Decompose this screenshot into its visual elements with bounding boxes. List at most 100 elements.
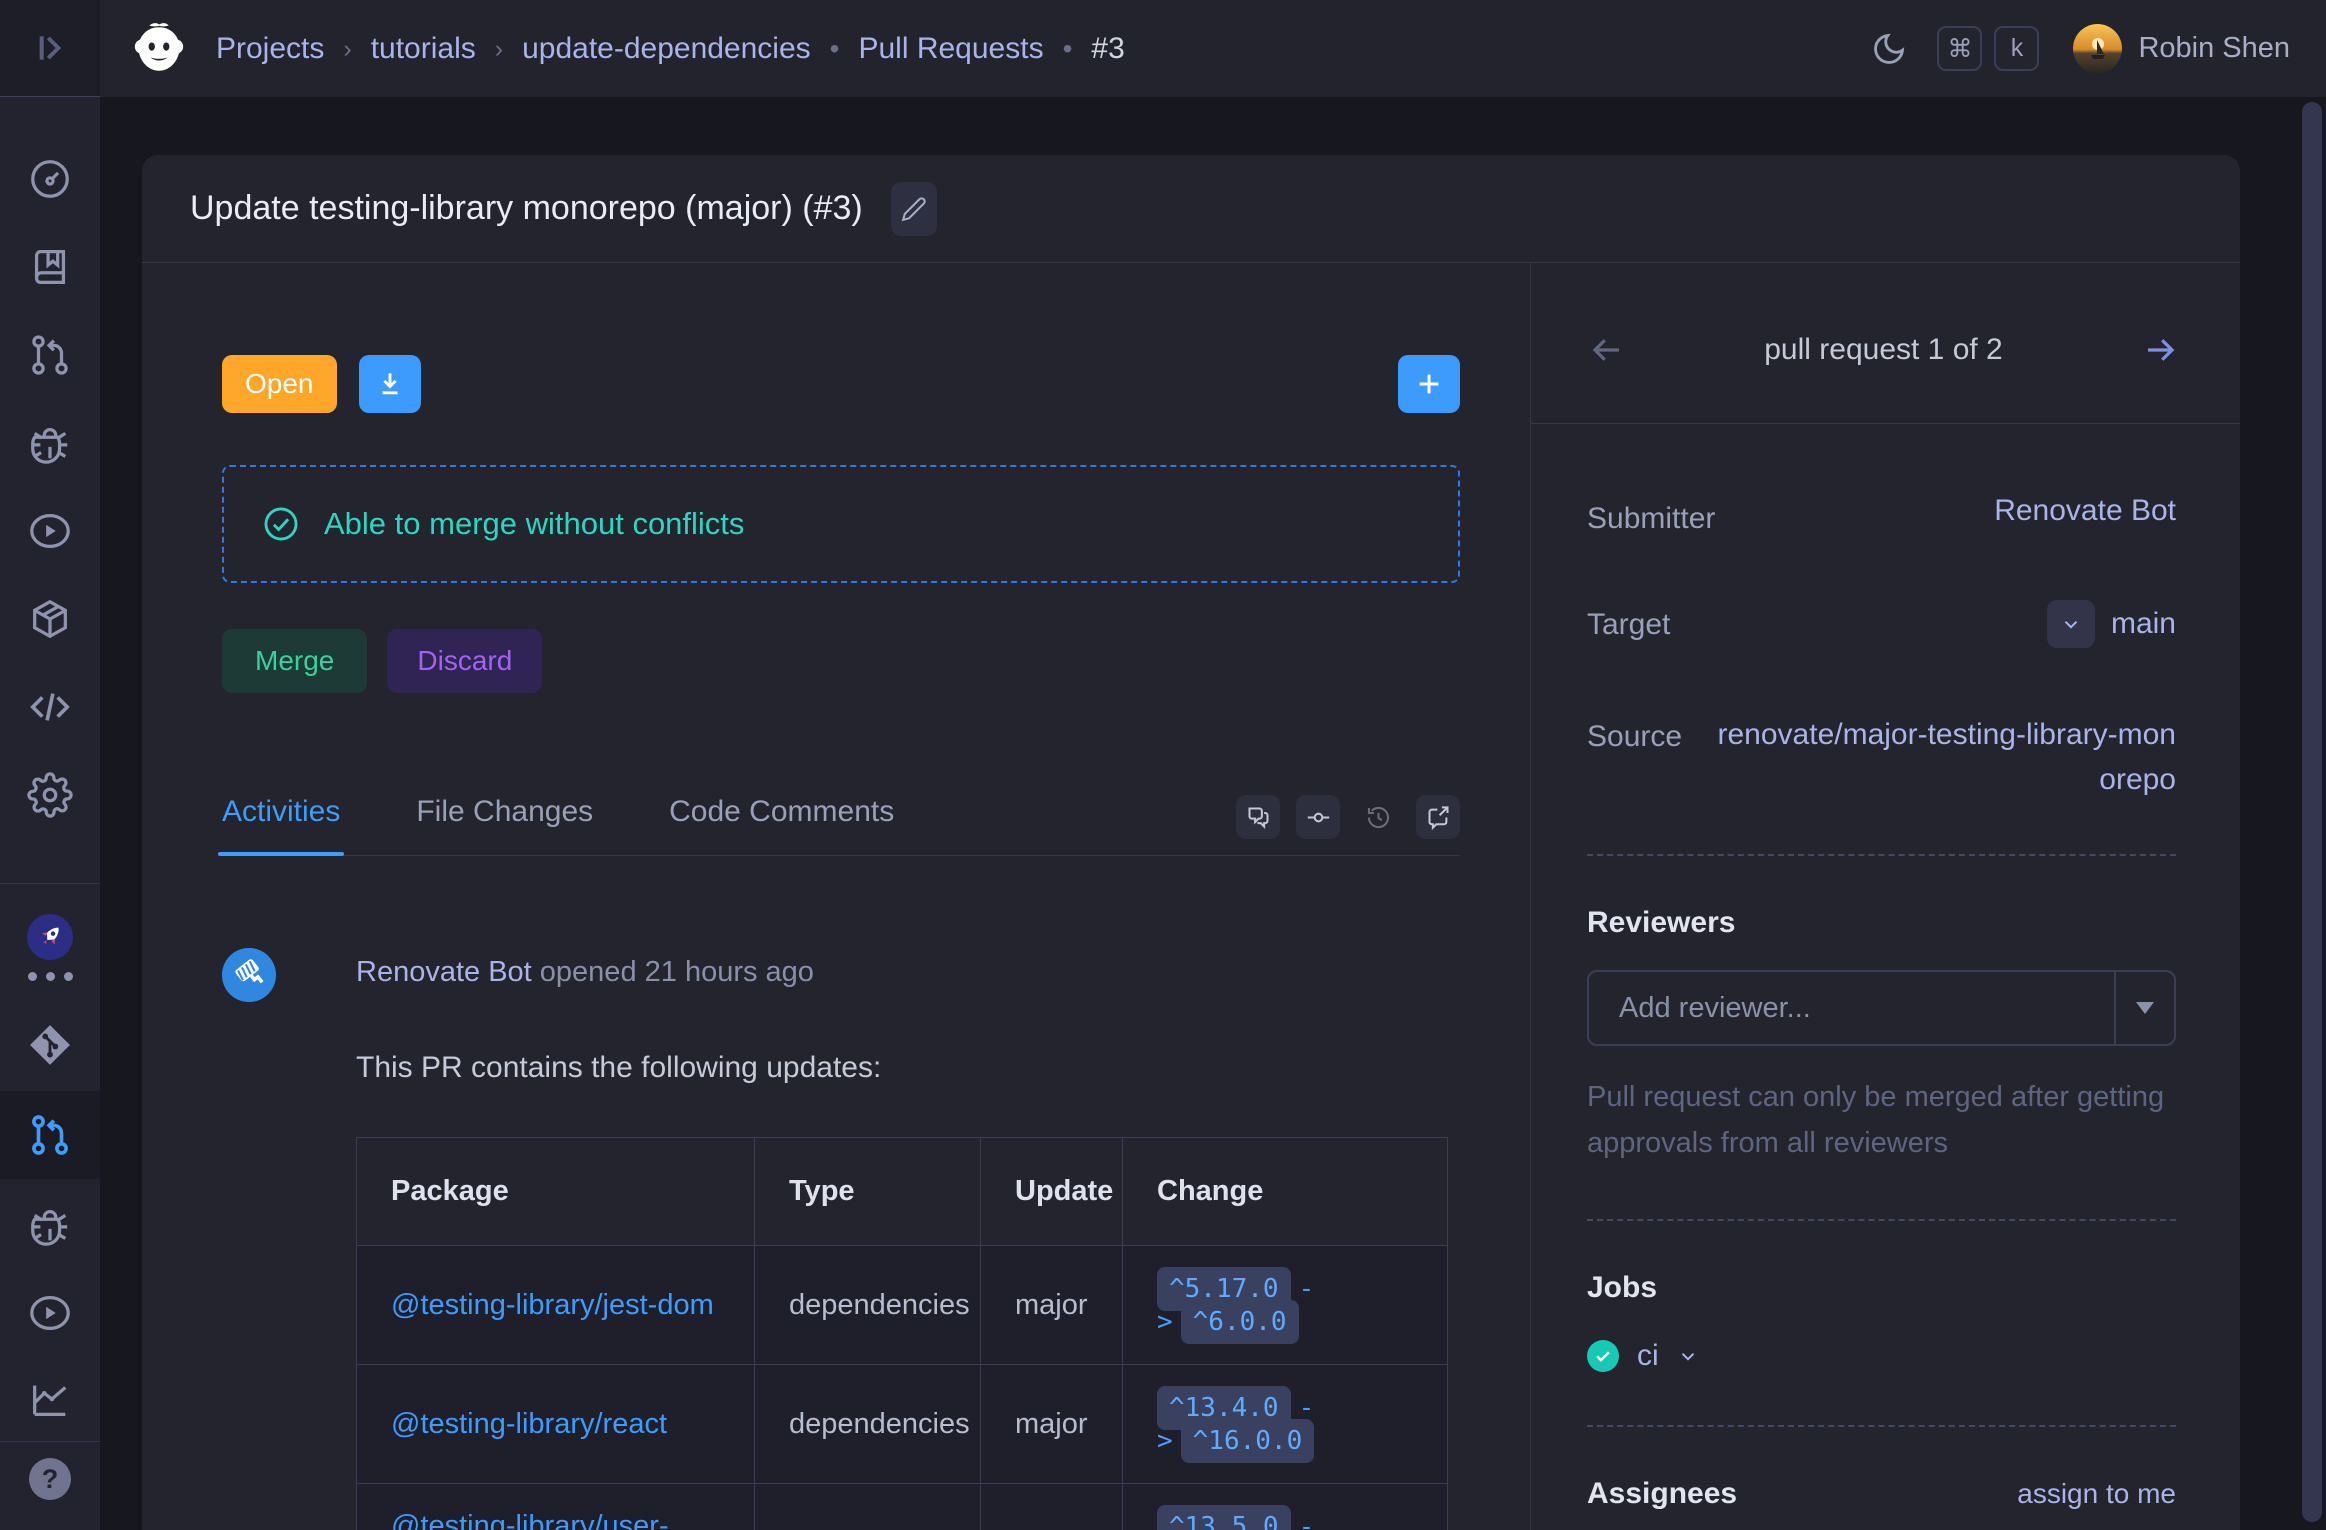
job-ci-row[interactable]: ci (1587, 1339, 2176, 1373)
gear-icon (27, 772, 73, 818)
pr-tabs: Activities File Changes Code Comments (222, 783, 1460, 856)
add-reviewer-placeholder: Add reviewer... (1589, 972, 2114, 1044)
add-comment-button[interactable] (1398, 355, 1460, 413)
version-to: ^16.0.0 (1181, 1419, 1315, 1463)
sidebar-divider (0, 883, 100, 884)
merge-actions-row: Merge Discard (222, 629, 1460, 693)
assign-to-me-link[interactable]: assign to me (2017, 1478, 2176, 1510)
source-branch-link[interactable]: renovate/major-testing-library-monorepo (1711, 712, 2176, 802)
dark-mode-toggle-icon[interactable] (1871, 31, 1907, 67)
merge-button[interactable]: Merge (222, 629, 367, 693)
breadcrumb-repo[interactable]: update-dependencies (522, 32, 811, 66)
play-circle-icon (27, 1290, 73, 1336)
tab-file-changes[interactable]: File Changes (416, 795, 593, 855)
left-sidebar: ? (0, 97, 100, 1530)
sidebar-item-git-repo[interactable] (26, 1021, 74, 1069)
sidebar-item-issues[interactable] (26, 419, 74, 467)
edit-title-button[interactable] (891, 182, 937, 236)
sidebar-expand-toggle[interactable] (0, 0, 100, 97)
sidebar-item-settings[interactable] (26, 771, 74, 819)
download-patch-button[interactable] (359, 355, 421, 413)
sidebar-item-dashboard[interactable] (26, 155, 74, 203)
discard-button[interactable]: Discard (387, 629, 542, 693)
package-icon (27, 596, 73, 642)
comment-author-link[interactable]: Renovate Bot (356, 956, 532, 988)
table-row: @testing-library/user-event dependencies… (357, 1484, 1448, 1530)
section-divider (1587, 854, 2176, 856)
git-pull-request-icon (27, 332, 73, 378)
target-label: Target (1587, 600, 1670, 642)
pr-pagination-text: pull request 1 of 2 (1764, 333, 2003, 367)
line-chart-icon (27, 1376, 73, 1422)
update-cell: major (981, 1365, 1123, 1484)
tab-code-comments[interactable]: Code Comments (669, 795, 894, 855)
shortcut-key-cmd: ⌘ (1937, 26, 1982, 71)
package-link[interactable]: @testing-library/user-event (391, 1510, 669, 1530)
source-label: Source (1587, 712, 1682, 754)
sidebar-item-code-search[interactable] (26, 683, 74, 731)
question-mark-icon: ? (42, 1464, 59, 1495)
breadcrumb-pull-requests[interactable]: Pull Requests (858, 32, 1043, 66)
sidebar-item-project-issues[interactable] (26, 1201, 74, 1249)
type-cell: dependencies (755, 1365, 981, 1484)
col-header-change: Change (1123, 1138, 1448, 1246)
package-link[interactable]: @testing-library/react (391, 1408, 667, 1440)
page-content: Update testing-library monorepo (major) … (100, 97, 2326, 1530)
help-button[interactable]: ? (29, 1458, 71, 1500)
tab-activities[interactable]: Activities (222, 795, 340, 855)
sidebar-item-packages[interactable] (26, 595, 74, 643)
history-clock-icon (1365, 804, 1392, 831)
package-link[interactable]: @testing-library/jest-dom (391, 1289, 714, 1321)
book-bookmark-icon (27, 244, 73, 290)
filter-comments-button[interactable] (1236, 795, 1280, 839)
change-cell: ^13.4.0->^16.0.0 (1123, 1365, 1448, 1484)
sidebar-item-pull-requests-active[interactable] (0, 1091, 100, 1179)
breadcrumb-project[interactable]: tutorials (371, 32, 476, 66)
pr-actions-row: Open (222, 355, 1460, 413)
history-button[interactable] (1356, 795, 1400, 839)
target-branch-link[interactable]: main (2111, 607, 2176, 641)
update-cell: major (981, 1484, 1123, 1530)
show-commits-button[interactable] (1296, 795, 1340, 839)
export-comments-button[interactable] (1416, 795, 1460, 839)
next-pr-button[interactable] (2142, 332, 2178, 368)
commit-icon (1305, 804, 1332, 831)
pr-body: Open Able to merge without conflicts Mer… (142, 263, 2240, 1530)
type-cell: dependencies (755, 1484, 981, 1530)
sidebar-item-code[interactable] (26, 243, 74, 291)
gauge-icon (27, 156, 73, 202)
version-to: ^6.0.0 (1181, 1300, 1299, 1344)
vertical-scrollbar[interactable] (2302, 102, 2322, 1522)
previous-pr-button[interactable] (1589, 332, 1625, 368)
project-switcher-dots-icon[interactable] (28, 972, 73, 981)
assignees-title: Assignees (1587, 1477, 1737, 1511)
breadcrumb-chevron-icon: › (495, 33, 503, 64)
sidebar-item-project-builds[interactable] (26, 1289, 74, 1337)
assignees-header: Assignees assign to me (1587, 1477, 2176, 1511)
breadcrumb-projects[interactable]: Projects (216, 32, 324, 66)
app-logo-icon[interactable] (130, 20, 188, 78)
submitter-value-link[interactable]: Renovate Bot (1994, 494, 2176, 528)
comments-icon (1245, 804, 1272, 831)
sidebar-expand-icon (30, 28, 70, 68)
renovate-bot-avatar (222, 948, 276, 1002)
job-name-link[interactable]: ci (1637, 1339, 1659, 1373)
sidebar-item-stats[interactable] (26, 1375, 74, 1423)
user-avatar[interactable] (2073, 24, 2122, 73)
target-branch-dropdown[interactable] (2047, 600, 2095, 648)
top-navbar: Projects › tutorials › update-dependenci… (0, 0, 2326, 97)
project-avatar[interactable] (27, 914, 73, 960)
arrow-left-icon (1589, 332, 1625, 368)
target-value-group: main (2047, 600, 2176, 648)
merge-status-text: Able to merge without conflicts (324, 506, 744, 542)
change-cell: ^13.5.0->^14.0.0 (1123, 1484, 1448, 1530)
user-name[interactable]: Robin Shen (2138, 32, 2290, 65)
jobs-title: Jobs (1587, 1271, 2176, 1305)
state-badge-open[interactable]: Open (222, 355, 337, 413)
git-pull-request-icon (27, 1112, 73, 1158)
sidebar-item-pull-requests[interactable] (26, 331, 74, 379)
add-reviewer-select[interactable]: Add reviewer... (1587, 970, 2176, 1046)
navbar-right: ⌘ k Robin Shen (1871, 24, 2290, 73)
sidebar-item-builds[interactable] (26, 507, 74, 555)
updates-table: Package Type Update Change @testing-libr… (356, 1137, 1448, 1530)
